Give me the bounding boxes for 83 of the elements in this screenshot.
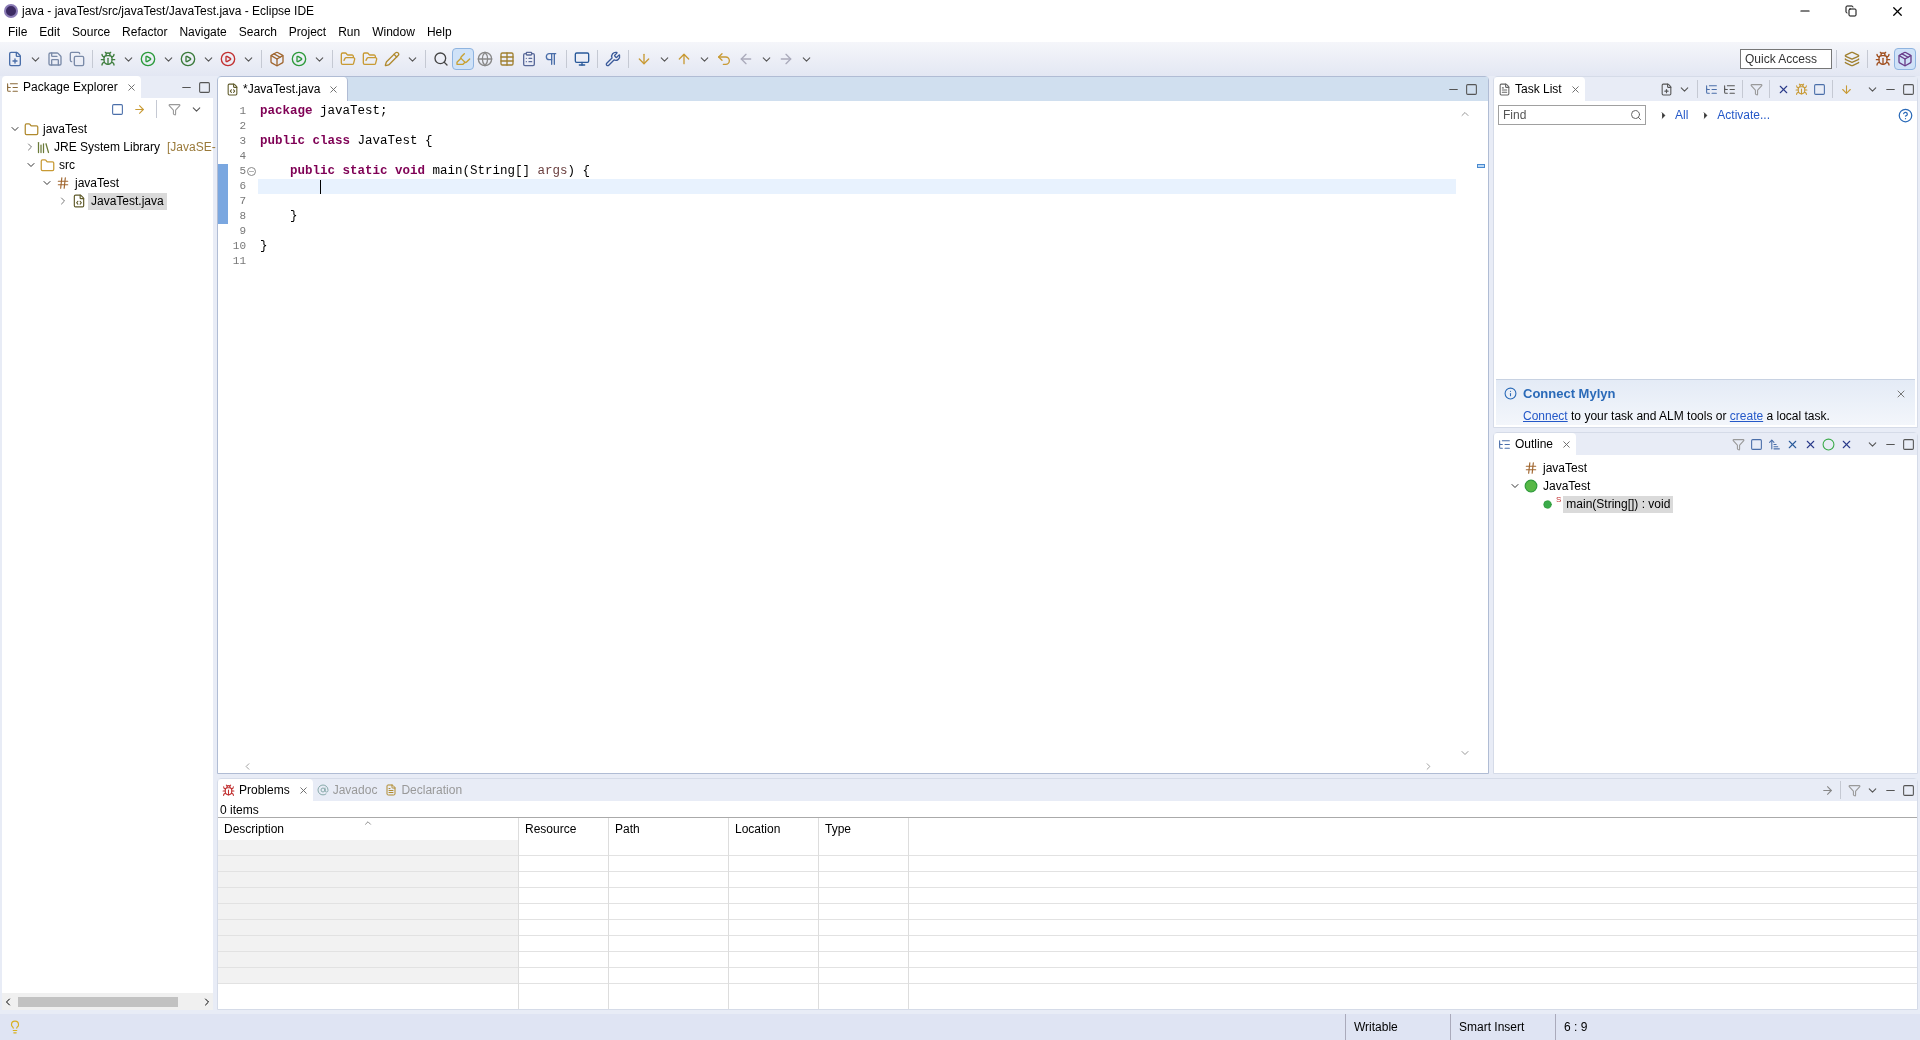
- menu-item[interactable]: Project: [282, 23, 333, 41]
- line-number: 1: [239, 104, 246, 120]
- app-icon: [4, 4, 18, 18]
- line-number: 4: [239, 149, 246, 165]
- package-icon: [56, 176, 70, 190]
- link[interactable]: Activate...: [1717, 106, 1771, 124]
- status-item: 6 : 9: [1555, 1014, 1750, 1040]
- menu-item[interactable]: Search: [232, 23, 283, 41]
- overview-marker: [1477, 164, 1485, 168]
- code-line: public class JavaTest {: [260, 133, 433, 151]
- line-number: 2: [239, 119, 246, 135]
- code-line: public static void main(String[] args) {: [289, 163, 591, 181]
- tree-decoration: [JavaSE-: [167, 139, 216, 156]
- code-line: }: [260, 238, 268, 256]
- outline-icon: [1498, 437, 1511, 451]
- close-icon: [1569, 83, 1581, 95]
- search-icon: [1630, 109, 1642, 121]
- menu-item[interactable]: Source: [66, 23, 117, 41]
- package-explorer-icon: [6, 80, 19, 94]
- line-number: 5: [239, 164, 246, 180]
- tree-item[interactable]: main(String[]) : void: [1563, 495, 1674, 513]
- horizontal-scrollbar[interactable]: [2, 993, 213, 1010]
- class-icon: [1524, 479, 1538, 493]
- library-icon: [36, 139, 51, 155]
- line-number: 8: [239, 209, 246, 225]
- package-icon: [1524, 461, 1538, 475]
- link[interactable]: create: [1729, 408, 1764, 423]
- line-number: 9: [239, 224, 246, 240]
- code-line: }: [289, 208, 298, 226]
- quick-access-field[interactable]: Quick Access: [1740, 49, 1832, 69]
- line-number: 3: [239, 134, 246, 150]
- static-label: S: [1556, 494, 1562, 506]
- banner-message: Connect to your task and ALM tools or create a local task.: [1523, 407, 1831, 425]
- at-icon: [316, 784, 329, 796]
- status-item: Writable: [1345, 1014, 1450, 1040]
- menu-item[interactable]: Help: [420, 23, 458, 41]
- java-file-icon: [226, 82, 239, 96]
- close-icon: [297, 784, 309, 796]
- text-caret: [320, 179, 321, 194]
- tree-item[interactable]: javaTest: [1540, 459, 1591, 477]
- menu-item[interactable]: Refactor: [116, 23, 174, 41]
- line-number: 6: [239, 179, 246, 195]
- tree-item[interactable]: javaTest: [72, 174, 123, 192]
- menu-item[interactable]: Window: [366, 23, 421, 41]
- info-icon: [1504, 387, 1517, 401]
- task-list-icon: [1498, 82, 1511, 96]
- window-title: java - javaTest/src/javaTest/JavaTest.java - Eclipse IDE: [22, 3, 315, 20]
- declaration-icon: [385, 784, 398, 796]
- link[interactable]: Connect: [1523, 408, 1568, 423]
- tree-item[interactable]: JRE System Library: [51, 138, 164, 156]
- column-header[interactable]: Type: [819, 818, 908, 840]
- find-field[interactable]: Find: [1498, 105, 1646, 125]
- status-item: Smart Insert: [1450, 1014, 1555, 1040]
- code-line: package javaTest;: [260, 103, 388, 121]
- menu-item[interactable]: File: [2, 23, 34, 41]
- menu-item[interactable]: Navigate: [173, 23, 233, 41]
- line-number: 10: [232, 239, 246, 255]
- tree-item[interactable]: javaTest: [40, 120, 91, 138]
- problems-icon: [222, 783, 235, 797]
- line-number: 11: [232, 254, 246, 270]
- items-count: 0 items: [219, 802, 260, 817]
- lightbulb-icon: [8, 1020, 22, 1034]
- close-icon: [328, 83, 340, 95]
- close-icon: [1561, 438, 1573, 450]
- link[interactable]: All: [1675, 106, 1689, 124]
- help-icon: [1898, 107, 1913, 123]
- close-icon: [125, 81, 137, 93]
- tree-item[interactable]: JavaTest: [1540, 477, 1594, 495]
- line-number: 7: [239, 194, 246, 210]
- folder-icon: [39, 157, 55, 173]
- column-header[interactable]: Description: [218, 818, 518, 840]
- menu-item[interactable]: Run: [332, 23, 367, 41]
- column-header[interactable]: Location: [729, 818, 818, 840]
- java-file-icon: [72, 194, 86, 208]
- column-header[interactable]: Resource: [519, 818, 608, 840]
- project-folder-icon: [23, 121, 39, 137]
- column-header[interactable]: Path: [609, 818, 728, 840]
- method-icon: [1542, 499, 1552, 509]
- tree-item[interactable]: src: [56, 156, 78, 174]
- menu-item[interactable]: Edit: [33, 23, 67, 41]
- restore-icon[interactable]: [1845, 5, 1857, 17]
- banner-title: Connect Mylyn: [1523, 385, 1616, 403]
- tree-item[interactable]: JavaTest.java: [88, 192, 167, 210]
